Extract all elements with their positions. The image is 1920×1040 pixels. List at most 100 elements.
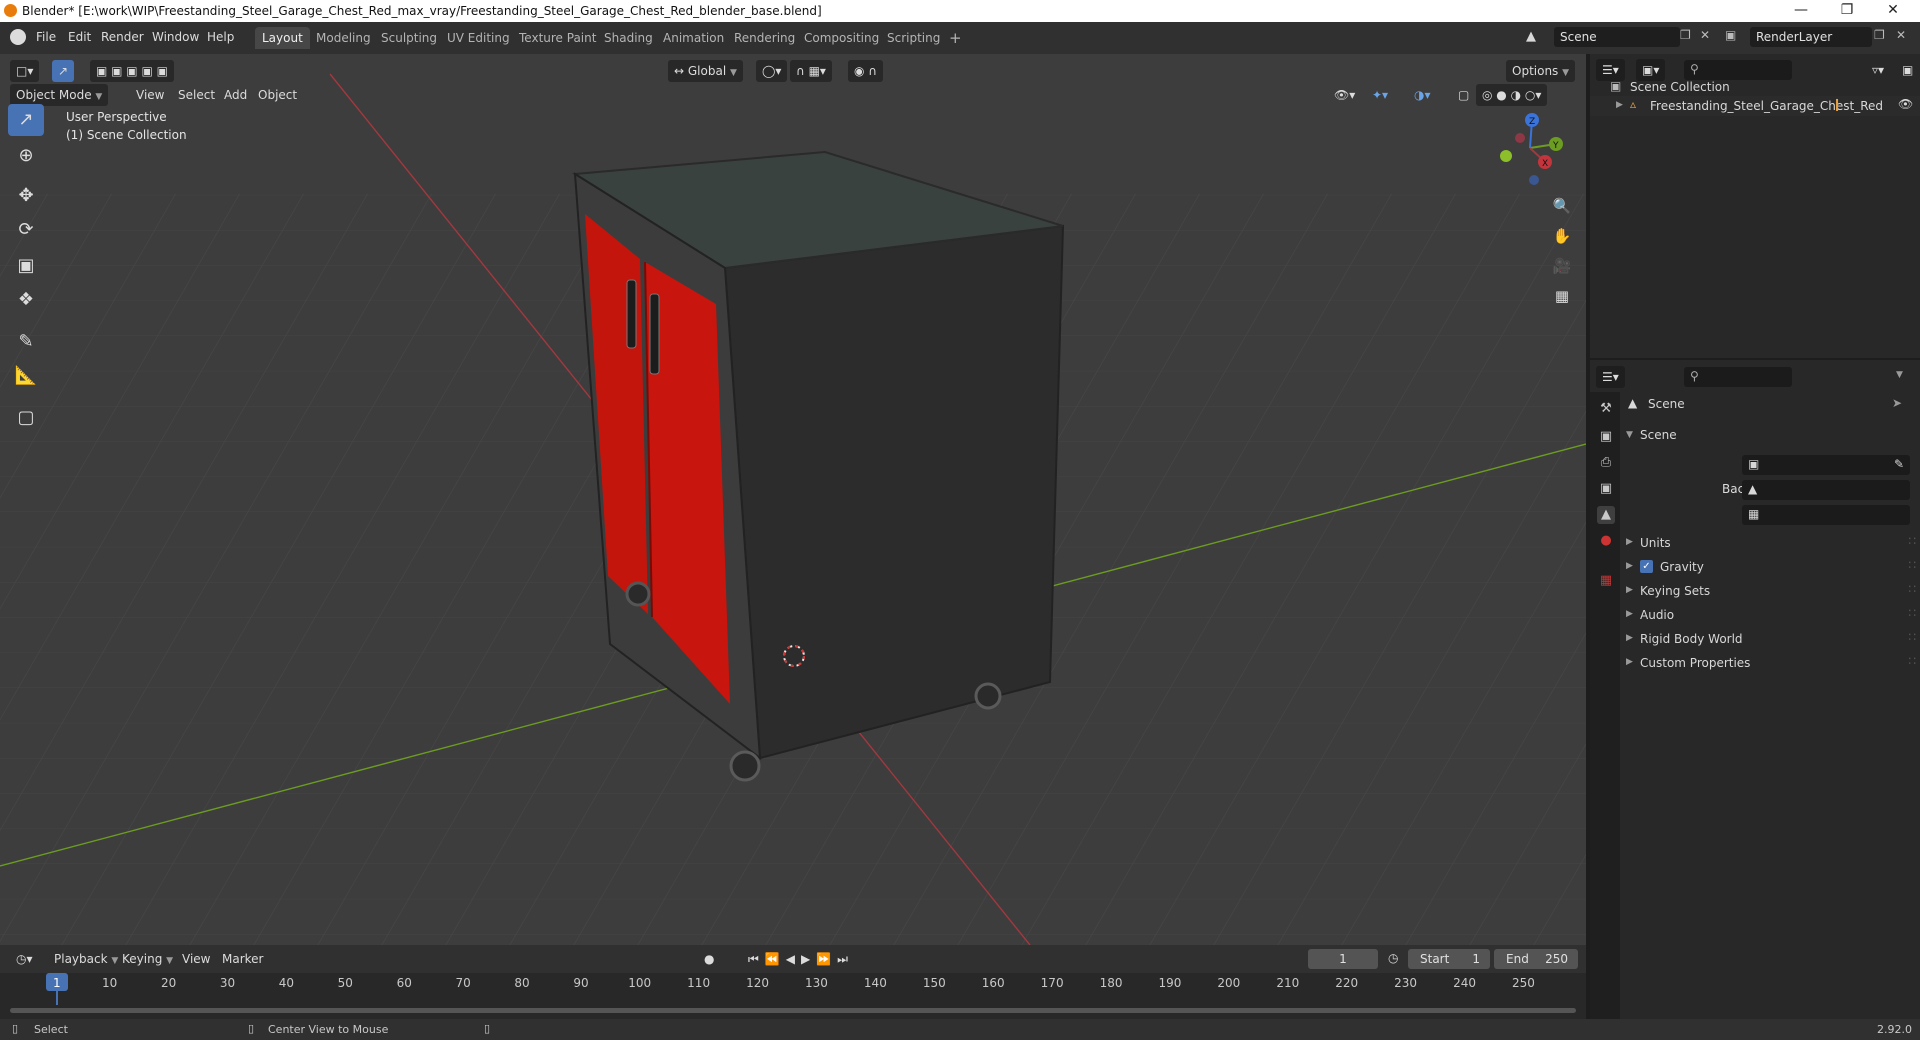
timeline-menu-keying[interactable]: Keying ▼ [116, 948, 179, 970]
zoom-icon[interactable]: 🔍 [1548, 192, 1576, 220]
properties-search-input[interactable]: ⚲ [1684, 367, 1792, 387]
add-workspace-button[interactable]: + [942, 27, 969, 49]
gravity-checkbox[interactable]: ✓ [1640, 560, 1653, 573]
menu-render[interactable]: Render [101, 30, 144, 44]
pivot-point-icon[interactable]: ◯▾ [756, 60, 788, 82]
properties-options-icon[interactable]: ▼ [1896, 370, 1903, 380]
visibility-eye-icon[interactable]: 👁 [1898, 97, 1913, 111]
panel-expand-arrow-icon[interactable]: ▶ [1626, 657, 1633, 667]
drag-handle-icon[interactable]: ∷ [1908, 534, 1916, 548]
tab-uv-editing[interactable]: UV Editing [440, 27, 517, 49]
current-frame-field[interactable]: 1 [1308, 949, 1378, 969]
navigation-gizmo[interactable]: Z Y X [1490, 108, 1570, 188]
tab-shading[interactable]: Shading [597, 27, 660, 49]
display-mode-icon[interactable]: ▣▾ [1636, 59, 1666, 81]
restore-icon[interactable]: ❐ [1824, 0, 1870, 22]
new-scene-icon[interactable]: ❐ [1680, 28, 1691, 42]
tab-modeling[interactable]: Modeling [309, 27, 378, 49]
drag-handle-icon[interactable]: ∷ [1908, 582, 1916, 596]
drag-handle-icon[interactable]: ∷ [1908, 630, 1916, 644]
scene-tab-icon[interactable]: ▲ [1597, 506, 1615, 524]
delete-layer-icon[interactable]: ✕ [1896, 28, 1906, 42]
camera-view-icon[interactable]: 🎥 [1548, 252, 1576, 280]
shading-modes-group[interactable]: ◎ ● ◑ ○▾ [1476, 84, 1548, 106]
snap-icon[interactable]: ∩ ▦▾ [790, 60, 832, 82]
close-icon[interactable]: ✕ [1870, 0, 1916, 22]
panel-rigid-body-world[interactable]: ▶ Rigid Body World ∷ [1610, 629, 1916, 651]
viewport-menu-object[interactable]: Object [252, 84, 303, 106]
menu-window[interactable]: Window [152, 30, 199, 44]
panel-audio[interactable]: ▶ Audio ∷ [1610, 605, 1916, 627]
proportional-editing-icon[interactable]: ◉ ∩ [848, 60, 884, 82]
viewport-menu-add[interactable]: Add [218, 84, 253, 106]
scene-panel-arrow-icon[interactable]: ▼ [1626, 430, 1633, 440]
timeline-scrollbar[interactable] [10, 1008, 1576, 1013]
drag-handle-icon[interactable]: ∷ [1908, 654, 1916, 668]
tab-sculpting[interactable]: Sculpting [374, 27, 444, 49]
scene-panel-header[interactable]: Scene [1640, 428, 1677, 442]
transform-tool-icon[interactable]: ❖ [8, 284, 44, 316]
panel-expand-arrow-icon[interactable]: ▶ [1626, 585, 1633, 595]
editor-type-icon[interactable]: □▾ [10, 60, 40, 82]
record-icon[interactable]: ● [698, 948, 720, 970]
playback-controls[interactable]: ⏮⏪◀▶⏩⏭ [742, 948, 860, 970]
tab-scripting[interactable]: Scripting [880, 27, 947, 49]
panel-custom-properties[interactable]: ▶ Custom Properties ∷ [1610, 653, 1916, 675]
pin-icon[interactable]: ➤ [1892, 396, 1902, 410]
pan-hand-icon[interactable]: ✋ [1548, 222, 1576, 250]
tab-rendering[interactable]: Rendering [727, 27, 802, 49]
visibility-icon[interactable]: 👁▾ [1328, 84, 1361, 106]
filter-icon[interactable]: ▿▾ [1866, 59, 1890, 81]
scale-tool-icon[interactable]: ▣ [8, 250, 44, 282]
object-mode-dropdown[interactable]: Object Mode ▼ [10, 84, 109, 106]
panel-expand-arrow-icon[interactable]: ▶ [1626, 633, 1633, 643]
expand-arrow-icon[interactable]: ▶ [1616, 100, 1623, 110]
panel-keying-sets[interactable]: ▶ Keying Sets ∷ [1610, 581, 1916, 603]
output-tab-icon[interactable]: ⎙ [1597, 454, 1615, 472]
tab-layout[interactable]: Layout [255, 27, 310, 49]
panel-expand-arrow-icon[interactable]: ▶ [1626, 537, 1633, 547]
start-frame-field[interactable]: Start 1 [1408, 949, 1490, 969]
timeline-menu-marker[interactable]: Marker [216, 948, 269, 970]
measure-tool-icon[interactable]: 📐 [8, 360, 44, 392]
cursor-tool-icon[interactable]: ⊕ [8, 140, 44, 172]
background-scene-field[interactable]: ▲ [1742, 480, 1910, 500]
tab-texture-paint[interactable]: Texture Paint [512, 27, 603, 49]
rotate-tool-icon[interactable]: ⟳ [8, 214, 44, 246]
timeline-menu-view[interactable]: View [176, 948, 216, 970]
panel-expand-arrow-icon[interactable]: ▶ [1626, 609, 1633, 619]
timeline-menu-playback[interactable]: Playback ▼ [48, 948, 124, 970]
tab-compositing[interactable]: Compositing [797, 27, 886, 49]
end-frame-field[interactable]: End 250 [1494, 949, 1578, 969]
add-cube-tool-icon[interactable]: ▢ [8, 402, 44, 434]
perspective-toggle-icon[interactable]: ▦ [1548, 282, 1576, 310]
menu-help[interactable]: Help [207, 30, 234, 44]
drag-handle-icon[interactable]: ∷ [1908, 606, 1916, 620]
view-layer-tab-icon[interactable]: ▣ [1597, 480, 1615, 498]
eyedropper-icon[interactable]: ✎ [1894, 457, 1904, 471]
scene-collection-label[interactable]: Scene Collection [1630, 80, 1730, 94]
panel-gravity[interactable]: ▶ ✓ Gravity ∷ [1610, 557, 1916, 579]
panel-units[interactable]: ▶ Units ∷ [1610, 533, 1916, 555]
options-dropdown[interactable]: Options ▼ [1506, 60, 1576, 82]
delete-scene-icon[interactable]: ✕ [1700, 28, 1710, 42]
active-clip-field[interactable]: ▦ [1742, 505, 1910, 525]
render-layer-selector[interactable]: RenderLayer [1750, 27, 1872, 47]
gizmo-toggle-icon[interactable]: ✦▾ [1366, 84, 1394, 106]
outliner-row[interactable]: ▶ ▵ Freestanding_Steel_Garage_Chest_Red … [1590, 96, 1920, 116]
panel-expand-arrow-icon[interactable]: ▶ [1626, 561, 1633, 571]
outliner-item-name[interactable]: Freestanding_Steel_Garage_Chest_Red [1650, 99, 1883, 113]
viewport-menu-view[interactable]: View [130, 84, 170, 106]
render-tab-icon[interactable]: ▣ [1597, 428, 1615, 446]
select-mode-icon[interactable]: ↗ [52, 60, 75, 82]
outliner-editor-type-icon[interactable]: ☰▾ [1596, 59, 1625, 81]
move-tool-icon[interactable]: ✥ [8, 180, 44, 212]
annotate-tool-icon[interactable]: ✎ [8, 326, 44, 358]
transform-orientation-dropdown[interactable]: ↔ Global ▼ [668, 60, 743, 82]
blender-menu-icon[interactable] [10, 29, 26, 45]
outliner-search-input[interactable]: ⚲ [1684, 60, 1792, 80]
new-layer-icon[interactable]: ❐ [1874, 28, 1885, 42]
scene-selector[interactable]: Scene [1554, 27, 1680, 47]
minimize-icon[interactable]: — [1778, 0, 1824, 22]
3d-viewport[interactable] [0, 54, 1586, 945]
